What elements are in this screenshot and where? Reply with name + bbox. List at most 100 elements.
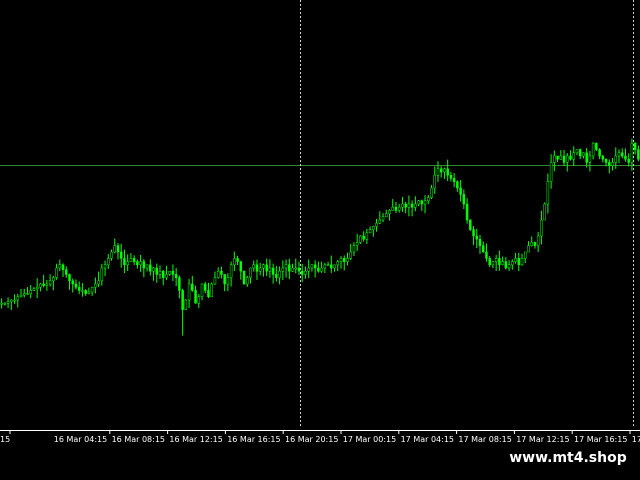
candle-body [126, 261, 129, 266]
candle-body [630, 142, 634, 163]
candle-body [233, 258, 236, 266]
candle-body [246, 277, 249, 285]
candle-body [210, 283, 213, 298]
candle-body [511, 261, 514, 266]
candle-body [310, 264, 314, 269]
candle-body [452, 178, 456, 182]
candle-body [556, 155, 559, 160]
candle-body [271, 267, 275, 275]
candle-body [323, 264, 327, 269]
candle-body [223, 274, 226, 285]
candle-body [598, 149, 601, 157]
candle-body [294, 267, 298, 270]
candle-body [498, 258, 501, 266]
candle-body [110, 251, 113, 259]
candle-body [481, 245, 485, 253]
candle-body [549, 162, 553, 182]
candle-body [569, 155, 572, 160]
candle-body [42, 283, 45, 286]
candle-body [139, 261, 142, 266]
candle-body [26, 293, 29, 295]
candle-body [381, 216, 385, 221]
candle-body [158, 270, 162, 275]
time-axis-label: 15 [0, 435, 10, 444]
candle-body [300, 270, 304, 275]
candle-body [443, 168, 446, 173]
candle-body [355, 242, 359, 246]
candle-body [132, 258, 136, 262]
candle-body [48, 280, 52, 285]
candle-body [194, 290, 197, 304]
candle-body [129, 258, 133, 262]
candle-body [52, 277, 55, 282]
candle-body [388, 210, 391, 214]
candle-body [3, 302, 7, 305]
time-axis-label: 17 Mar 12:15 [516, 435, 569, 444]
candle-body [507, 264, 511, 269]
candle-body [58, 264, 62, 269]
candle-body [404, 203, 407, 208]
candle-body [252, 264, 255, 269]
candle-body [559, 155, 563, 160]
candlestick-chart[interactable]: 15 16 Mar 04:15 16 Mar 08:15 16 Mar 12:15 16… [0, 0, 640, 452]
candle-body [637, 149, 640, 160]
candle-body [35, 286, 39, 290]
candle-body [107, 258, 110, 266]
candle-body [100, 267, 104, 282]
candle-body [284, 264, 288, 269]
candle-body [462, 194, 466, 205]
candle-body [578, 149, 582, 157]
candle-body [333, 264, 336, 269]
candle-body [10, 299, 13, 302]
candle-body [433, 174, 436, 189]
candle-body [268, 267, 272, 272]
candle-body [258, 267, 262, 272]
candle-body [520, 258, 524, 266]
candle-body [242, 270, 246, 285]
candle-body [168, 270, 171, 275]
candle-body [456, 181, 459, 189]
candle-body [171, 270, 175, 275]
candle-body [582, 152, 585, 157]
candle-body [575, 149, 579, 154]
candle-body [427, 197, 430, 202]
candle-body [501, 261, 504, 266]
candle-body [494, 258, 498, 262]
candle-body [94, 283, 97, 288]
candle-body [220, 270, 223, 275]
candle-body [423, 200, 427, 205]
candle-body [446, 168, 449, 176]
candle-body [553, 155, 556, 163]
candle-body [543, 203, 546, 221]
candle-body [478, 238, 482, 246]
candle-body [352, 245, 356, 253]
candle-body [22, 293, 26, 296]
candle-body [229, 264, 233, 278]
candle-body [16, 296, 20, 301]
candle-body [514, 258, 517, 262]
candle-body [278, 270, 281, 278]
candle-body [142, 261, 146, 269]
candle-body [397, 206, 401, 211]
candle-body [372, 226, 375, 230]
candle-body [320, 267, 323, 272]
candle-body [430, 187, 433, 198]
candle-body [375, 222, 378, 227]
candle-body [536, 235, 540, 246]
candle-body [187, 283, 191, 301]
candle-body [378, 219, 382, 224]
candle-body [313, 264, 317, 269]
time-axis-label: 16 Mar 16:15 [227, 435, 280, 444]
candle-body [469, 219, 472, 230]
candle-body [475, 235, 479, 240]
candle-body [174, 274, 178, 278]
price-chart[interactable]: 15 16 Mar 04:15 16 Mar 08:15 16 Mar 12:15 16… [0, 0, 640, 444]
watermark-label: www.mt4.shop [496, 445, 640, 471]
candle-body [197, 296, 201, 304]
candle-body [275, 274, 278, 278]
candle-body [13, 299, 16, 302]
candle-body [401, 203, 404, 208]
candle-body [304, 270, 307, 275]
candle-body [207, 290, 210, 298]
candle-body [491, 261, 495, 266]
